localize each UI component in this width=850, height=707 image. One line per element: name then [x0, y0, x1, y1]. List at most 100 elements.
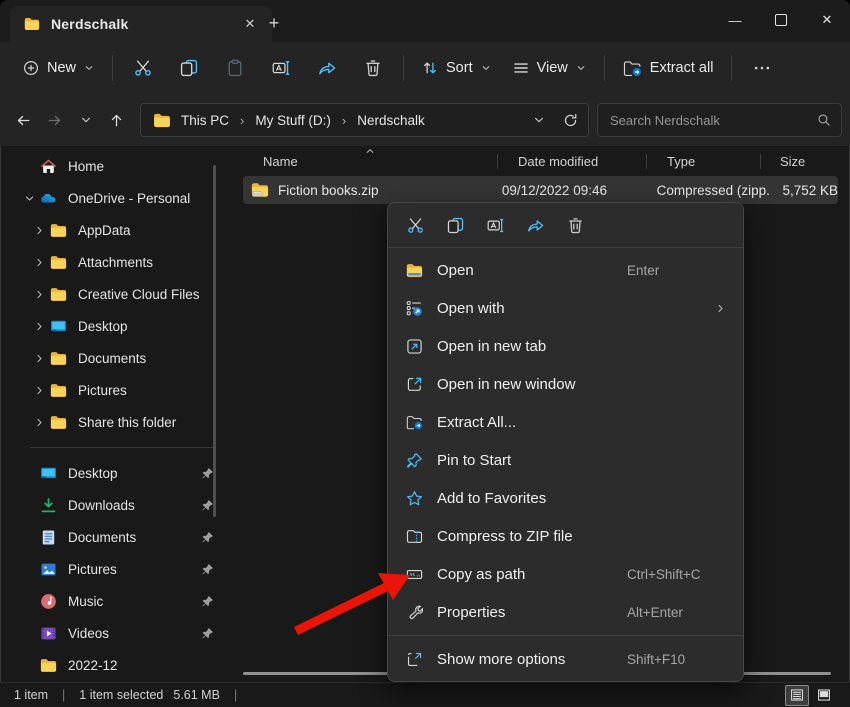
forward-button[interactable] [39, 105, 70, 136]
sidebar-item-desktop[interactable]: Desktop [4, 457, 224, 489]
breadcrumb-segment[interactable]: My Stuff (D:) [249, 110, 337, 131]
menu-item-add-to-favorites[interactable]: Add to Favorites [392, 479, 739, 517]
column-header-date-modified[interactable]: Date modified [498, 146, 646, 176]
context-delete-button[interactable] [558, 210, 592, 240]
menu-item-label: Open in new tab [437, 338, 727, 355]
delete-icon [364, 59, 382, 77]
menu-item-open-in-new-window[interactable]: Open in new window [392, 365, 739, 403]
cut-button[interactable] [120, 51, 166, 85]
rename-button[interactable] [258, 51, 304, 85]
menu-item-properties[interactable]: PropertiesAlt+Enter [392, 593, 739, 631]
new-tab-button[interactable]: + [260, 9, 288, 37]
recent-locations-button[interactable] [70, 105, 101, 136]
breadcrumb-segment[interactable]: Nerdschalk [351, 110, 431, 131]
file-name-cell: Fiction books.zip [243, 182, 495, 198]
icons-view-button[interactable] [812, 685, 836, 706]
menu-item-open[interactable]: OpenEnter [392, 251, 739, 289]
menu-item-open-with[interactable]: Open with [392, 289, 739, 327]
menu-item-label: Compress to ZIP file [437, 528, 727, 545]
column-header-type[interactable]: Type [647, 146, 760, 176]
sidebar-item-label: AppData [78, 223, 131, 238]
chevron-down-icon[interactable] [533, 114, 545, 126]
chevron-right-icon [34, 289, 45, 300]
extract-all-button[interactable]: Extract all [612, 53, 725, 84]
menu-item-extract-all-[interactable]: Extract All... [392, 403, 739, 441]
downloads-icon [40, 497, 57, 514]
context-copy-button[interactable] [438, 210, 472, 240]
menu-item-open-in-new-tab[interactable]: Open in new tab [392, 327, 739, 365]
chevron-right-icon[interactable] [28, 385, 50, 396]
sidebar-item-share-this-folder[interactable]: Share this folder [4, 406, 224, 438]
explorer-tab[interactable]: Nerdschalk ✕ [10, 6, 272, 42]
sidebar-item-label: OneDrive - Personal [68, 191, 190, 206]
menu-item-compress-to-zip-file[interactable]: Compress to ZIP file [392, 517, 739, 555]
sidebar-item-downloads[interactable]: Downloads [4, 489, 224, 521]
chevron-down-icon [24, 193, 35, 204]
context-rename-button[interactable] [478, 210, 512, 240]
copy-path-icon [406, 566, 423, 583]
chevron-right-icon[interactable] [28, 321, 50, 332]
chevron-right-icon[interactable] [28, 353, 50, 364]
file-row[interactable]: Fiction books.zip09/12/2022 09:46Compres… [243, 176, 838, 204]
copy-button[interactable] [166, 51, 212, 85]
sidebar-item-home[interactable]: Home [4, 150, 224, 182]
sidebar-item-onedrive-personal[interactable]: OneDrive - Personal [4, 182, 224, 214]
sidebar-item-pictures[interactable]: Pictures [4, 553, 224, 585]
chevron-right-icon[interactable] [28, 289, 50, 300]
breadcrumb[interactable]: This PC›My Stuff (D:)›Nerdschalk [140, 103, 589, 137]
sidebar-item-documents[interactable]: Documents [4, 521, 224, 553]
menu-item-pin-to-start[interactable]: Pin to Start [392, 441, 739, 479]
breadcrumb-segment[interactable]: This PC [175, 110, 235, 131]
context-share-button[interactable] [518, 210, 552, 240]
back-button[interactable] [8, 105, 39, 136]
sidebar-item-label: Share this folder [78, 415, 176, 430]
sidebar-item-desktop[interactable]: Desktop [4, 310, 224, 342]
column-header-label: Date modified [498, 154, 598, 169]
menu-item-label: Open [437, 262, 613, 279]
column-header-name[interactable]: Name [243, 146, 497, 176]
menu-item-copy-as-path[interactable]: Copy as pathCtrl+Shift+C [392, 555, 739, 593]
status-bar: 1 item | 1 item selected 5.61 MB | [0, 682, 850, 707]
sidebar-item-attachments[interactable]: Attachments [4, 246, 224, 278]
menu-item-label: Show more options [437, 651, 613, 668]
chevron-right-icon[interactable] [28, 417, 50, 428]
documents-icon [40, 529, 57, 546]
see-more-button[interactable] [739, 51, 785, 85]
breadcrumb-segments: This PC›My Stuff (D:)›Nerdschalk [175, 110, 431, 131]
sidebar-item-creative-cloud-files[interactable]: Creative Cloud Files [4, 278, 224, 310]
delete-button[interactable] [350, 51, 396, 85]
menu-item-show-more-options[interactable]: Show more optionsShift+F10 [392, 640, 739, 678]
sidebar-item-music[interactable]: Music [4, 585, 224, 617]
maximize-button[interactable] [758, 0, 804, 40]
sidebar-item-label: Downloads [68, 498, 135, 513]
sidebar-item-label: Desktop [78, 319, 128, 334]
selection-info: 1 item selected [79, 688, 163, 702]
chevron-right-icon [34, 385, 45, 396]
sidebar-item-documents[interactable]: Documents [4, 342, 224, 374]
chevron-right-icon [34, 353, 45, 364]
extract-icon [406, 414, 423, 431]
sidebar-item-videos[interactable]: Videos [4, 617, 224, 649]
chevron-right-icon[interactable] [28, 225, 50, 236]
sidebar-item-pictures[interactable]: Pictures [4, 374, 224, 406]
sidebar-item-appdata[interactable]: AppData [4, 214, 224, 246]
up-button[interactable] [101, 105, 132, 136]
details-view-button[interactable] [785, 685, 809, 706]
sidebar-scrollbar[interactable] [213, 165, 216, 517]
view-button[interactable]: View [502, 53, 597, 83]
search-input[interactable] [598, 113, 817, 128]
close-button[interactable]: ✕ [804, 0, 850, 40]
refresh-icon[interactable] [563, 113, 578, 128]
sidebar-item-2022-12[interactable]: 2022-12 [4, 649, 224, 681]
minimize-button[interactable]: — [712, 0, 758, 40]
new-button[interactable]: New [12, 53, 105, 83]
sort-button[interactable]: Sort [411, 53, 502, 83]
share-button[interactable] [304, 51, 350, 85]
toolbar-quick-actions [120, 51, 396, 85]
tab-close-icon[interactable]: ✕ [238, 12, 262, 36]
column-header-size[interactable]: Size [761, 146, 843, 176]
context-cut-button[interactable] [398, 210, 432, 240]
chevron-down-icon[interactable] [18, 193, 40, 204]
paste-button[interactable] [212, 51, 258, 85]
chevron-right-icon[interactable] [28, 257, 50, 268]
